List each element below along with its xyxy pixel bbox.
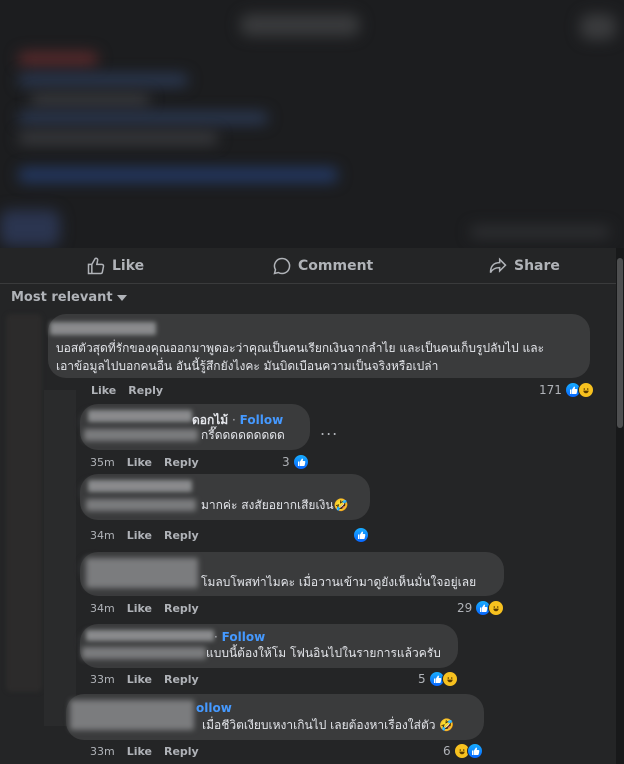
reaction-summary[interactable]: 29	[457, 600, 505, 616]
comment-text-blurred	[86, 499, 196, 511]
like-action-button[interactable]: Like	[86, 256, 144, 276]
comment-text-line1: บอสตัวสุดที่รักของคุณออกมาพูดอะว่าคุณเป็…	[56, 341, 545, 355]
comment-text: โมลบโพสท่าไมคะ เมื่อวานเข้ามาดูยังเห็นมั…	[201, 575, 477, 589]
comment-like-link[interactable]: Like	[127, 456, 152, 469]
comment-reply-link[interactable]: Reply	[164, 529, 199, 542]
reaction-summary[interactable]: 5	[418, 671, 458, 687]
comment-action-button[interactable]: Comment	[272, 256, 373, 276]
comment-text-blurred	[84, 429, 198, 441]
author-name-blurred	[88, 410, 192, 422]
comment-bubble: ollow เมื่อชีวิตเงียบเหงาเกินไป เลยต้องห…	[66, 694, 484, 740]
comment-like-link[interactable]: Like	[127, 602, 152, 615]
like-reaction-icon	[353, 527, 369, 543]
comment-reply-link[interactable]: Reply	[164, 602, 199, 615]
like-reaction-icon	[292, 454, 309, 470]
comment-text-blurred	[86, 558, 198, 588]
comment-action-label: Comment	[298, 258, 374, 274]
reaction-summary[interactable]: 6	[443, 743, 483, 759]
comment-text: กรี๊ดดดดดดดดด	[201, 428, 285, 442]
comment-reply-link[interactable]: Reply	[164, 673, 199, 686]
comment-text-line2: เอาข้อมูลไปบอกคนอื่น อันนี้รู้สึกยังไงคะ…	[56, 359, 439, 373]
comment-bubble: มากค่ะ สงสัยอยากเสียเงิน🤣	[80, 474, 370, 520]
post-content-blurred	[0, 0, 624, 248]
comment-meta: 34m Like Reply	[90, 529, 199, 542]
share-action-label: Share	[514, 258, 560, 274]
comment-reply-link[interactable]: Reply	[164, 745, 199, 758]
reaction-summary[interactable]: 171	[539, 382, 594, 398]
author-name-fragment: ดอกไม้	[192, 413, 229, 427]
caret-down-icon	[116, 294, 127, 301]
author-name-blurred	[86, 630, 214, 641]
share-arrow-icon	[489, 257, 507, 274]
thumbs-up-icon	[87, 257, 105, 275]
comment-text-blurred	[82, 647, 206, 659]
comment-like-link[interactable]: Like	[91, 384, 116, 397]
comment-text-blurred	[70, 700, 194, 730]
scrollbar-thumb[interactable]	[617, 258, 623, 428]
thread-connector	[44, 390, 76, 726]
haha-reaction-icon	[488, 600, 505, 616]
comment-meta: 33m Like Reply	[90, 673, 199, 686]
like-reaction-icon	[466, 743, 483, 759]
comment-text: แบบนี้ต้องให้โม โฟนอินไปในรายการแล้วครับ	[206, 646, 441, 660]
comment-bubble: · Follow แบบนี้ต้องให้โม โฟนอินไปในรายกา…	[80, 624, 458, 668]
haha-reaction-icon	[441, 671, 458, 687]
comment-like-link[interactable]: Like	[127, 529, 152, 542]
scrollbar[interactable]	[616, 248, 624, 764]
comment-meta: Like Reply	[91, 384, 163, 397]
comment-time[interactable]: 33m	[90, 673, 115, 686]
haha-reaction-icon	[577, 382, 594, 398]
post-action-bar: Like Comment Share	[0, 248, 616, 284]
follow-link[interactable]: ollow	[196, 701, 232, 715]
comment-time[interactable]: 34m	[90, 602, 115, 615]
comment-like-link[interactable]: Like	[127, 745, 152, 758]
reaction-summary[interactable]	[353, 527, 369, 543]
comment-time[interactable]: 35m	[90, 456, 115, 469]
share-action-button[interactable]: Share	[488, 256, 560, 276]
comments-section: Most relevant บอสตัวสุดที่รักของคุณออกมา…	[0, 284, 616, 764]
comment-meta: 34m Like Reply	[90, 602, 199, 615]
comment-like-link[interactable]: Like	[127, 673, 152, 686]
author-name[interactable]: ollow	[196, 701, 232, 715]
reaction-count: 5	[418, 672, 426, 686]
comment-bubble: โมลบโพสท่าไมคะ เมื่อวานเข้ามาดูยังเห็นมั…	[80, 552, 504, 596]
author-name-blurred	[88, 480, 192, 492]
reaction-count: 3	[282, 455, 290, 469]
comment-time[interactable]: 33m	[90, 745, 115, 758]
more-options-icon[interactable]: ...	[320, 420, 338, 439]
avatar	[6, 314, 42, 692]
comment-reply-link[interactable]: Reply	[164, 456, 199, 469]
author-name-blurred	[50, 322, 156, 335]
reaction-count: 29	[457, 601, 473, 615]
comment-text: เมื่อชีวิตเงียบเหงาเกินไป เลยต้องหาเรื่อ…	[202, 718, 455, 732]
comment-reply-link[interactable]: Reply	[128, 384, 163, 397]
comment-sort-dropdown[interactable]: Most relevant	[11, 290, 127, 305]
comment-meta: 33m Like Reply	[90, 745, 199, 758]
comment-bubble: ดอกไม้ · Follow กรี๊ดดดดดดดดด	[80, 404, 310, 450]
follow-link[interactable]: Follow	[240, 413, 284, 427]
sort-label: Most relevant	[11, 290, 113, 305]
comment-meta: 35m Like Reply	[90, 456, 199, 469]
author-name[interactable]: · Follow	[214, 630, 265, 644]
comment-bubble-icon	[273, 257, 291, 275]
comment-bubble: บอสตัวสุดที่รักของคุณออกมาพูดอะว่าคุณเป็…	[48, 314, 590, 378]
reaction-count: 6	[443, 744, 451, 758]
comment-text: มากค่ะ สงสัยอยากเสียเงิน🤣	[201, 498, 349, 512]
comment-time[interactable]: 34m	[90, 529, 115, 542]
reaction-count: 171	[539, 383, 562, 397]
follow-link[interactable]: Follow	[222, 630, 266, 644]
reaction-summary[interactable]: 3	[282, 454, 309, 470]
like-action-label: Like	[112, 258, 145, 274]
